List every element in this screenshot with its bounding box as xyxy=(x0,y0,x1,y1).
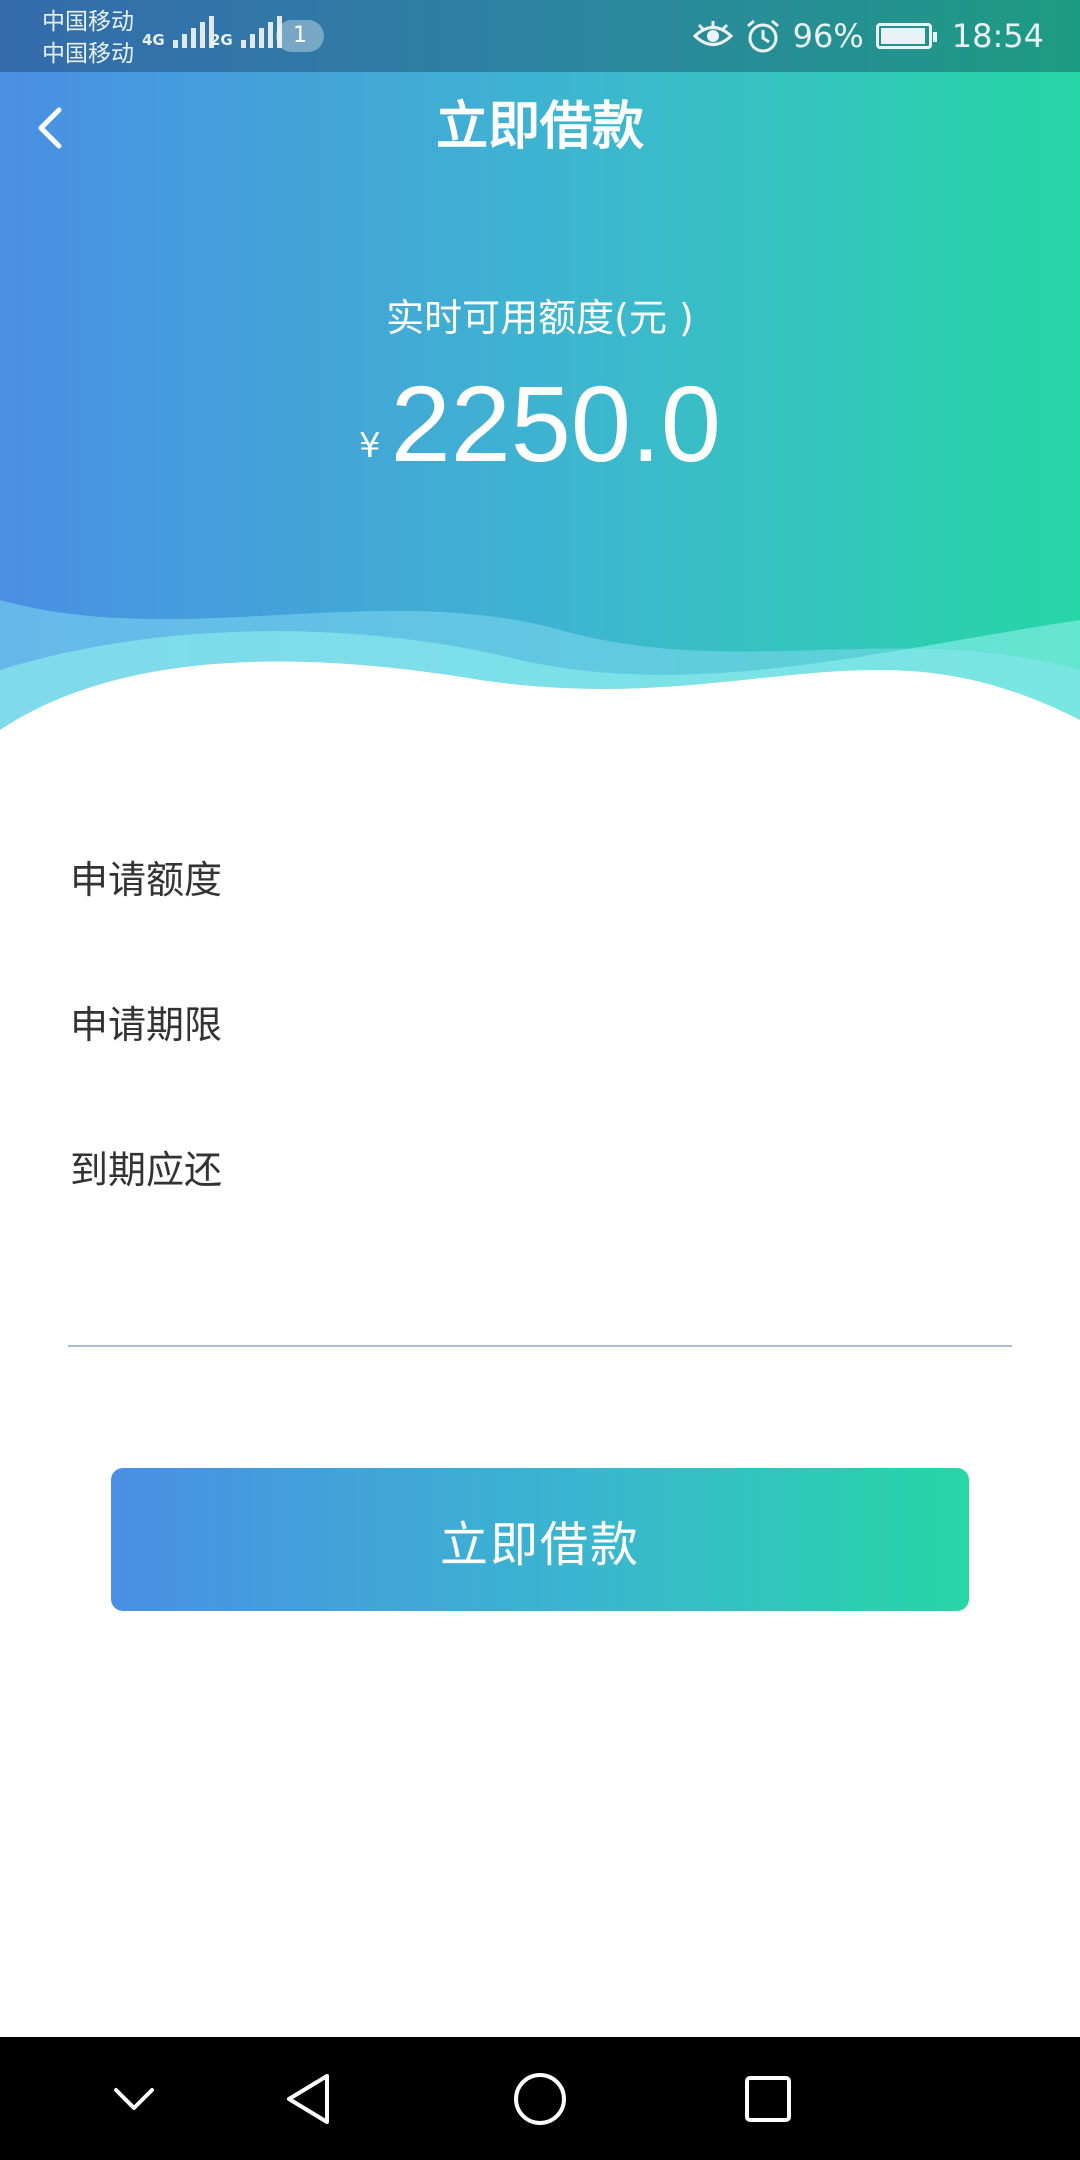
currency-symbol: ¥ xyxy=(359,426,381,466)
system-nav-bar xyxy=(0,2037,1080,2160)
clock: 18:54 xyxy=(951,17,1044,55)
nav-home-button[interactable] xyxy=(504,2063,576,2135)
amount-value: 2250.0 xyxy=(390,363,721,484)
carrier-2: 中国移动 xyxy=(42,41,134,67)
apply-term-label: 申请期限 xyxy=(70,1003,223,1047)
wave-decoration xyxy=(0,600,1080,760)
circle-home-icon xyxy=(514,2073,566,2125)
status-bar: 中国移动 中国移动 4G 2G 1 96% 18:54 xyxy=(0,0,1080,72)
nav-recent-button[interactable] xyxy=(732,2063,804,2135)
sim-badge: 1 xyxy=(276,20,324,52)
square-recent-icon xyxy=(745,2076,791,2122)
battery-fill xyxy=(880,28,925,44)
form-divider xyxy=(68,1345,1012,1347)
battery-percent: 96% xyxy=(792,17,864,55)
due-repay-label: 到期应还 xyxy=(70,1148,223,1192)
eye-icon xyxy=(692,21,733,46)
signal-1: 4G xyxy=(142,14,214,48)
borrow-now-button[interactable]: 立即借款 xyxy=(111,1468,969,1611)
apply-amount-label: 申请额度 xyxy=(70,858,223,902)
status-right: 96% 18:54 xyxy=(692,14,1044,58)
signal-2: 2G xyxy=(210,14,282,48)
carrier-1: 中国移动 xyxy=(42,9,134,35)
network-type-1: 4G xyxy=(142,31,165,49)
triangle-back-icon xyxy=(287,2074,329,2124)
available-quota-label: 实时可用额度(元 ) xyxy=(386,296,694,340)
carrier-names: 中国移动 中国移动 xyxy=(42,6,134,70)
page-title: 立即借款 xyxy=(435,97,644,157)
nav-hide-button[interactable] xyxy=(98,2063,170,2135)
signal-bars-1-icon xyxy=(172,14,214,48)
available-amount: ¥ 2250.0 xyxy=(0,362,1080,486)
chevron-down-icon xyxy=(114,2088,154,2110)
battery-icon xyxy=(875,23,937,49)
alarm-icon xyxy=(746,19,779,53)
network-type-2: 2G xyxy=(210,31,233,49)
header-banner: 中国移动 中国移动 4G 2G 1 96% 18:54 立即借款 实时可用额度(… xyxy=(0,0,1080,760)
nav-back-button[interactable] xyxy=(272,2063,344,2135)
